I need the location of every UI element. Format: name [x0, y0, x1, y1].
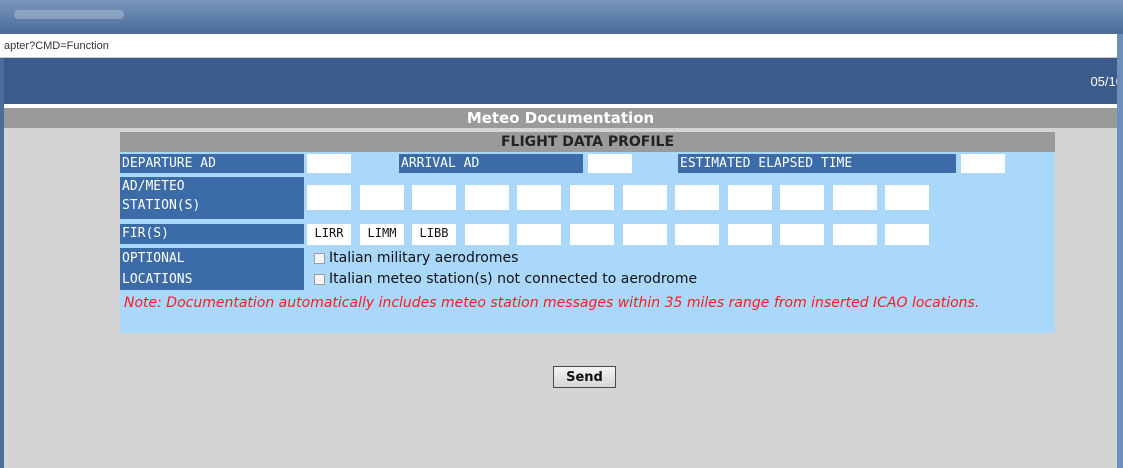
fir-input-10[interactable] [780, 224, 824, 245]
fir-input-1[interactable]: LIRR [307, 224, 351, 245]
departure-label: DEPARTURE AD [120, 154, 304, 173]
section-title: FLIGHT DATA PROFILE [120, 132, 1055, 152]
fir-input-5[interactable] [517, 224, 561, 245]
fir-input-8[interactable] [675, 224, 719, 245]
window-title-blur [14, 10, 124, 19]
station-input-6[interactable] [570, 185, 614, 210]
station-input-5[interactable] [517, 185, 561, 210]
stations-label-line2: STATION(S) [122, 198, 201, 213]
station-input-8[interactable] [675, 185, 719, 210]
window-right-edge [1117, 58, 1123, 468]
option-meteo[interactable]: Italian meteo station(s) not connected t… [314, 271, 697, 287]
arrival-label: ARRIVAL AD [399, 154, 583, 173]
window-titlebar [0, 0, 1123, 34]
meteo-label: Italian meteo station(s) not connected t… [329, 271, 698, 287]
optional-label: OPTIONAL LOCATIONS [120, 248, 304, 290]
eet-label: ESTIMATED ELAPSED TIME [678, 154, 956, 173]
departure-input[interactable] [307, 154, 351, 173]
station-input-3[interactable] [412, 185, 456, 210]
station-input-11[interactable] [833, 185, 877, 210]
military-label: Italian military aerodromes [329, 250, 519, 266]
arrival-input[interactable] [588, 154, 632, 173]
station-input-9[interactable] [728, 185, 772, 210]
option-military[interactable]: Italian military aerodromes [314, 250, 518, 266]
fir-input-4[interactable] [465, 224, 509, 245]
page-header: 05/10 [4, 58, 1123, 104]
fir-input-12[interactable] [885, 224, 929, 245]
fir-input-3[interactable]: LIBB [412, 224, 456, 245]
row-departure-arrival: DEPARTURE AD ARRIVAL AD ESTIMATED ELAPSE… [120, 152, 1055, 175]
stations-label: AD/METEO STATION(S) [120, 177, 304, 219]
fir-input-11[interactable] [833, 224, 877, 245]
optional-label-line2: LOCATIONS [122, 272, 193, 287]
note-text: Note: Documentation automatically includ… [120, 291, 1055, 333]
military-checkbox[interactable] [314, 252, 325, 264]
station-input-12[interactable] [885, 185, 929, 210]
station-input-2[interactable] [360, 185, 404, 210]
main-content: FLIGHT DATA PROFILE DEPARTURE AD ARRIVAL… [4, 128, 1117, 468]
eet-input[interactable] [961, 154, 1005, 173]
station-input-4[interactable] [465, 185, 509, 210]
station-input-1[interactable] [307, 185, 351, 210]
fir-input-7[interactable] [623, 224, 667, 245]
fir-input-2[interactable]: LIMM [360, 224, 404, 245]
row-optional-locations: OPTIONAL LOCATIONS Italian military aero… [120, 247, 1055, 291]
fir-input-9[interactable] [728, 224, 772, 245]
optional-label-line1: OPTIONAL [122, 251, 185, 266]
station-input-7[interactable] [623, 185, 667, 210]
row-stations: AD/METEO STATION(S) [120, 175, 1055, 221]
send-button[interactable]: Send [553, 366, 616, 388]
page-title: Meteo Documentation [4, 108, 1117, 128]
flight-data-form: FLIGHT DATA PROFILE DEPARTURE AD ARRIVAL… [120, 132, 1055, 333]
address-bar[interactable]: apter?CMD=Function [0, 34, 1117, 58]
station-input-10[interactable] [780, 185, 824, 210]
meteo-checkbox[interactable] [314, 273, 325, 285]
row-fir: FIR(S) LIRR LIMM LIBB [120, 221, 1055, 247]
fir-input-6[interactable] [570, 224, 614, 245]
fir-label: FIR(S) [120, 224, 304, 244]
address-url: apter?CMD=Function [4, 40, 109, 52]
stations-label-line1: AD/METEO [122, 179, 185, 194]
